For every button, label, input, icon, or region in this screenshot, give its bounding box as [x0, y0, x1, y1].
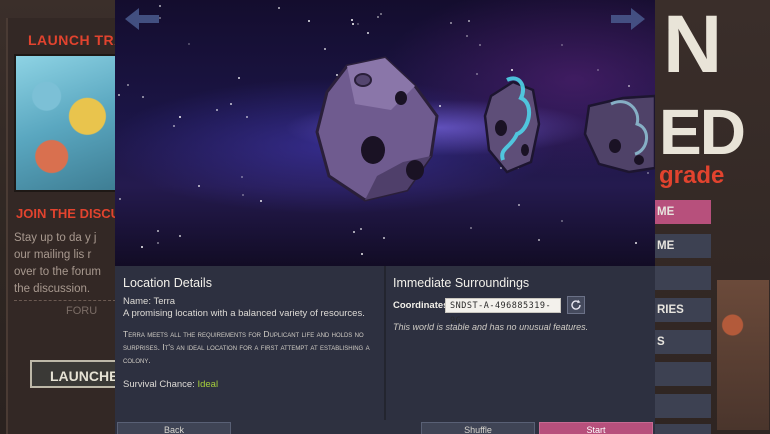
refresh-icon — [571, 299, 581, 310]
surroundings-title: Immediate Surroundings — [393, 276, 530, 290]
surroundings-panel: Immediate Surroundings Coordinates: SNDS… — [393, 276, 648, 332]
location-details-title: Location Details — [123, 276, 212, 290]
shuffle-seed-button[interactable] — [567, 296, 585, 314]
right-asteroid — [583, 94, 655, 174]
main-asteroid — [315, 56, 439, 202]
shuffle-button[interactable]: Shuffle — [421, 422, 535, 434]
location-description: A promising location with a balanced var… — [123, 308, 365, 319]
start-button[interactable]: Start — [539, 422, 653, 434]
menu-item-6[interactable] — [655, 362, 711, 386]
coordinates-field[interactable]: SNDST-A-496885319-9G — [445, 297, 561, 326]
arrow-left-icon — [125, 8, 159, 30]
game-title-fragment-ed: ED — [659, 96, 746, 168]
main-menu-background-right: N ED grade ME ME RIES S — [655, 0, 770, 434]
trailer-thumbnail[interactable] — [14, 54, 116, 192]
panel-divider — [384, 266, 386, 420]
coordinates-row: Coordinates: SNDST-A-496885319-9G — [393, 296, 648, 326]
world-selection-dialog: Location Details Name: Terra A promising… — [115, 0, 655, 434]
launcher-button[interactable]: LAUNCHE — [30, 360, 116, 388]
stability-text: This world is stable and has no unusual … — [393, 322, 589, 332]
menu-item-3[interactable] — [655, 266, 711, 290]
menu-item-7[interactable] — [655, 394, 711, 418]
previous-world-button[interactable] — [123, 6, 163, 37]
asteroids-illustration — [315, 56, 655, 202]
back-button[interactable]: Back — [117, 422, 231, 434]
game-title-fragment-n: N — [663, 0, 723, 90]
next-world-button[interactable] — [607, 6, 647, 37]
middle-asteroid — [483, 76, 541, 174]
launcher-background-left: LAUNCH TRAI JOIN THE DISCU Stay up to da… — [0, 0, 116, 434]
menu-item-resume[interactable]: ME — [655, 200, 711, 224]
survival-chance: Survival Chance: Ideal — [123, 379, 378, 390]
survival-chance-value: Ideal — [197, 379, 219, 390]
survival-chance-label: Survival Chance: — [123, 379, 195, 390]
asteroid-preview-image — [115, 0, 655, 266]
join-discussion-text: Stay up to da y j our mailing lis r over… — [14, 232, 101, 295]
upgrade-subtitle: grade — [659, 162, 725, 189]
forum-button[interactable]: FORU — [14, 300, 116, 320]
join-discussion-title: JOIN THE DISCU — [16, 206, 116, 221]
launch-trailer-title: LAUNCH TRAI — [28, 32, 116, 48]
location-details-panel: Location Details Name: Terra A promising… — [123, 276, 378, 390]
menu-item-options[interactable]: S — [655, 330, 711, 354]
coordinates-label: Coordinates: — [393, 299, 452, 311]
location-details-text: Terra meets all the requirements for Dup… — [123, 329, 370, 365]
machine-illustration — [717, 280, 769, 430]
menu-item-stories[interactable]: RIES — [655, 298, 711, 322]
location-name: Name: Terra — [123, 296, 176, 307]
menu-item-8[interactable] — [655, 424, 711, 434]
menu-item-new-game[interactable]: ME — [655, 234, 711, 258]
arrow-right-icon — [611, 8, 645, 30]
